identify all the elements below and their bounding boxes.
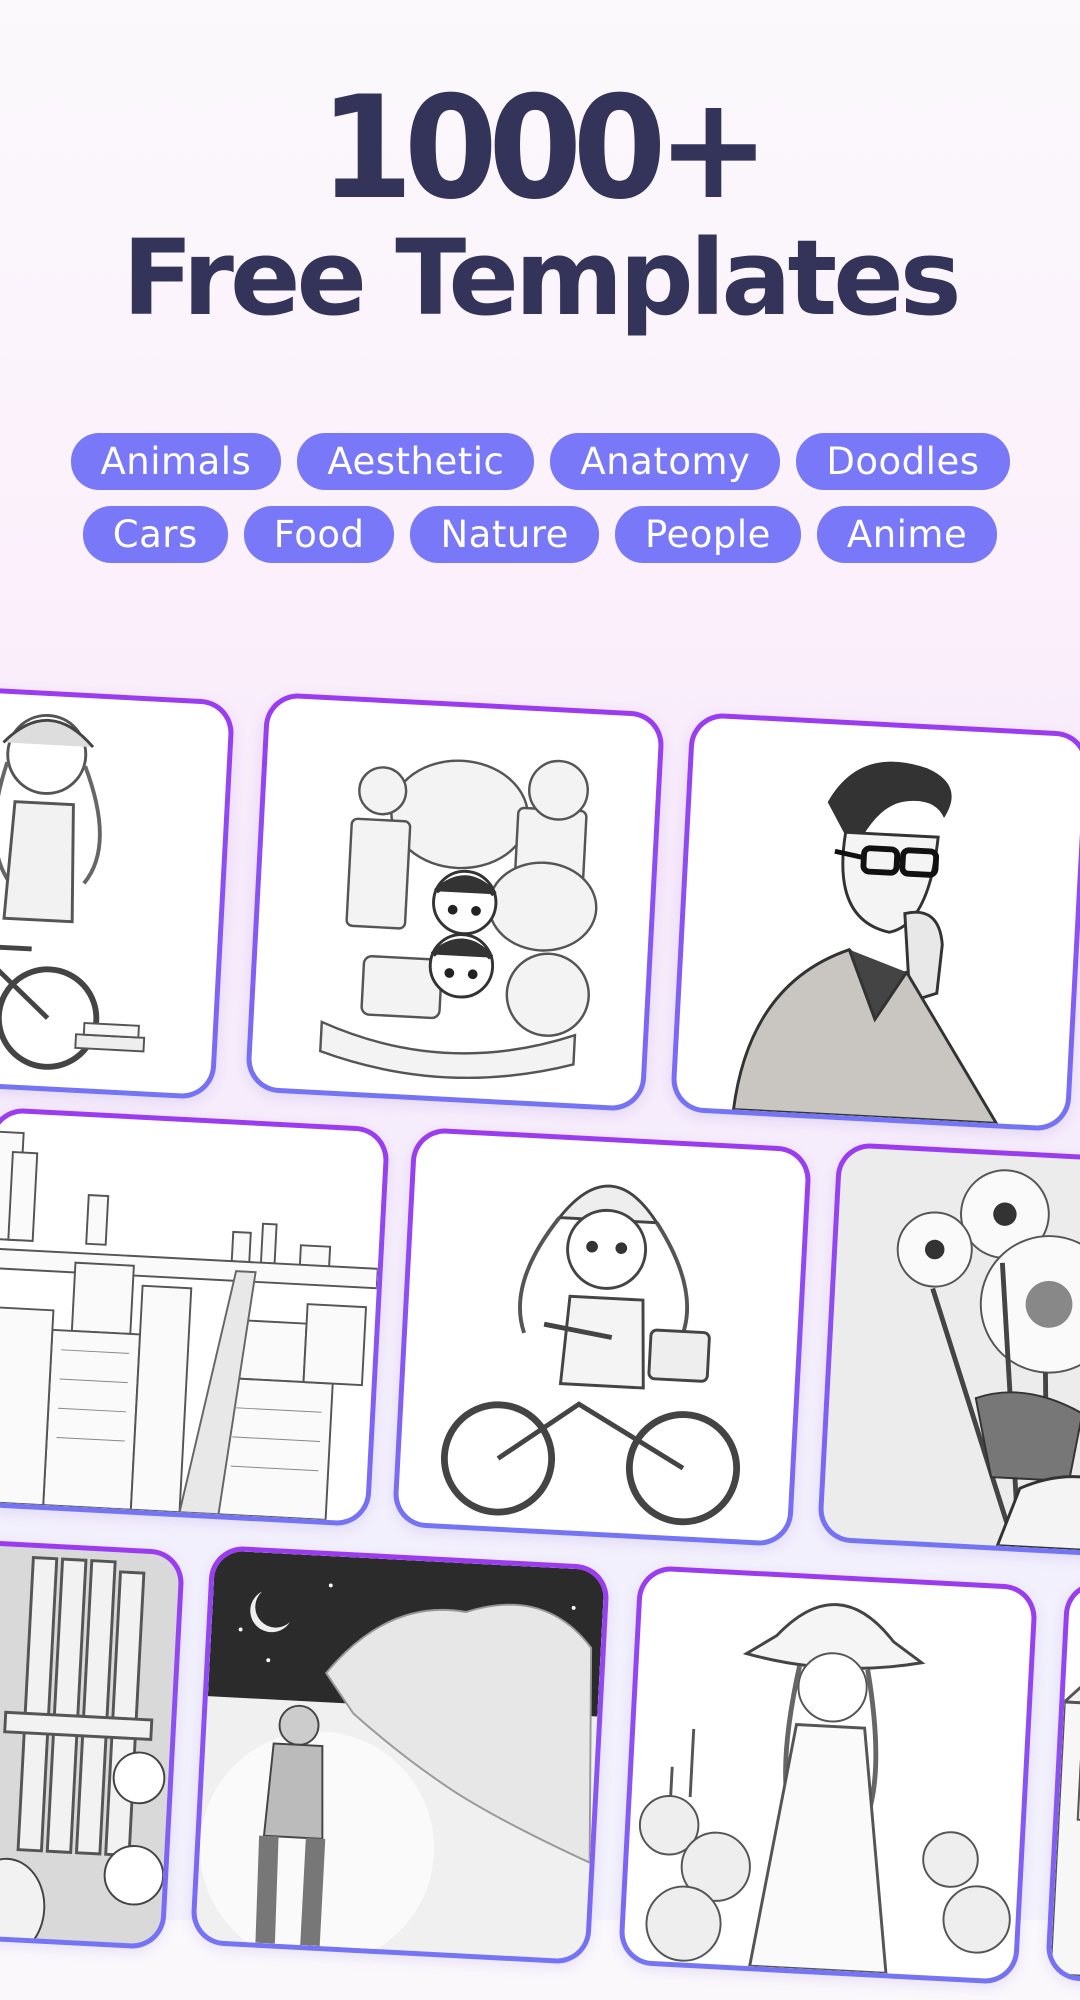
- flowers-illustration: [896, 1169, 1080, 1555]
- template-image: [0, 685, 230, 1095]
- girl-beanie-illustration: [440, 1184, 741, 1526]
- template-image: [623, 1570, 1033, 1980]
- template-image: [397, 1132, 807, 1542]
- category-chip-people[interactable]: People: [614, 506, 801, 563]
- category-chip-food[interactable]: Food: [243, 506, 395, 563]
- girl-garden-illustration: [638, 1603, 1011, 1975]
- headline-number: 1000+: [319, 66, 769, 231]
- house-illustration: [1050, 1644, 1080, 1983]
- boy-night-sky-illustration: [200, 1550, 605, 1960]
- template-image: [0, 1535, 180, 1945]
- category-chip-animals[interactable]: Animals: [70, 433, 282, 490]
- template-image: [250, 697, 660, 1107]
- category-chip-cars[interactable]: Cars: [82, 506, 228, 563]
- category-chips-row-1: Animals Aesthetic Anatomy Doodles: [0, 433, 1080, 490]
- man-portrait-illustration: [731, 761, 1000, 1125]
- template-card-boy-night-sky[interactable]: [189, 1544, 611, 1966]
- category-chip-anatomy[interactable]: Anatomy: [550, 433, 781, 490]
- template-image: [675, 717, 1080, 1127]
- template-card-house[interactable]: [1044, 1579, 1080, 2000]
- template-card-city[interactable]: [0, 1106, 391, 1528]
- template-image: [822, 1147, 1080, 1557]
- template-card-man-glasses[interactable]: [669, 711, 1080, 1133]
- category-chips-row-2: Cars Food Nature People Anime: [0, 506, 1080, 563]
- template-card-flowers[interactable]: [816, 1141, 1080, 1563]
- category-chip-doodles[interactable]: Doodles: [796, 433, 1010, 490]
- girl-bicycle-illustration: [0, 713, 146, 1070]
- template-image: [195, 1550, 605, 1960]
- template-image: [1050, 1585, 1080, 1995]
- template-image: [0, 1112, 385, 1522]
- category-chip-anime[interactable]: Anime: [816, 506, 998, 563]
- template-card-girl-beanie-bicycle[interactable]: [391, 1126, 813, 1548]
- doodle-illustration: [318, 759, 598, 1080]
- category-chip-aesthetic[interactable]: Aesthetic: [297, 433, 535, 490]
- headline-text: Free Templates: [122, 217, 961, 339]
- template-card-girl-chair-dog[interactable]: [0, 1529, 186, 1951]
- template-card-girl-garden[interactable]: [617, 1564, 1039, 1986]
- template-card-doodle[interactable]: [244, 691, 666, 1113]
- city-illustration: [0, 1130, 379, 1521]
- template-card-girl-bicycle[interactable]: [0, 679, 236, 1101]
- girl-chair-illustration: [0, 1556, 166, 1945]
- category-chip-nature[interactable]: Nature: [410, 506, 599, 563]
